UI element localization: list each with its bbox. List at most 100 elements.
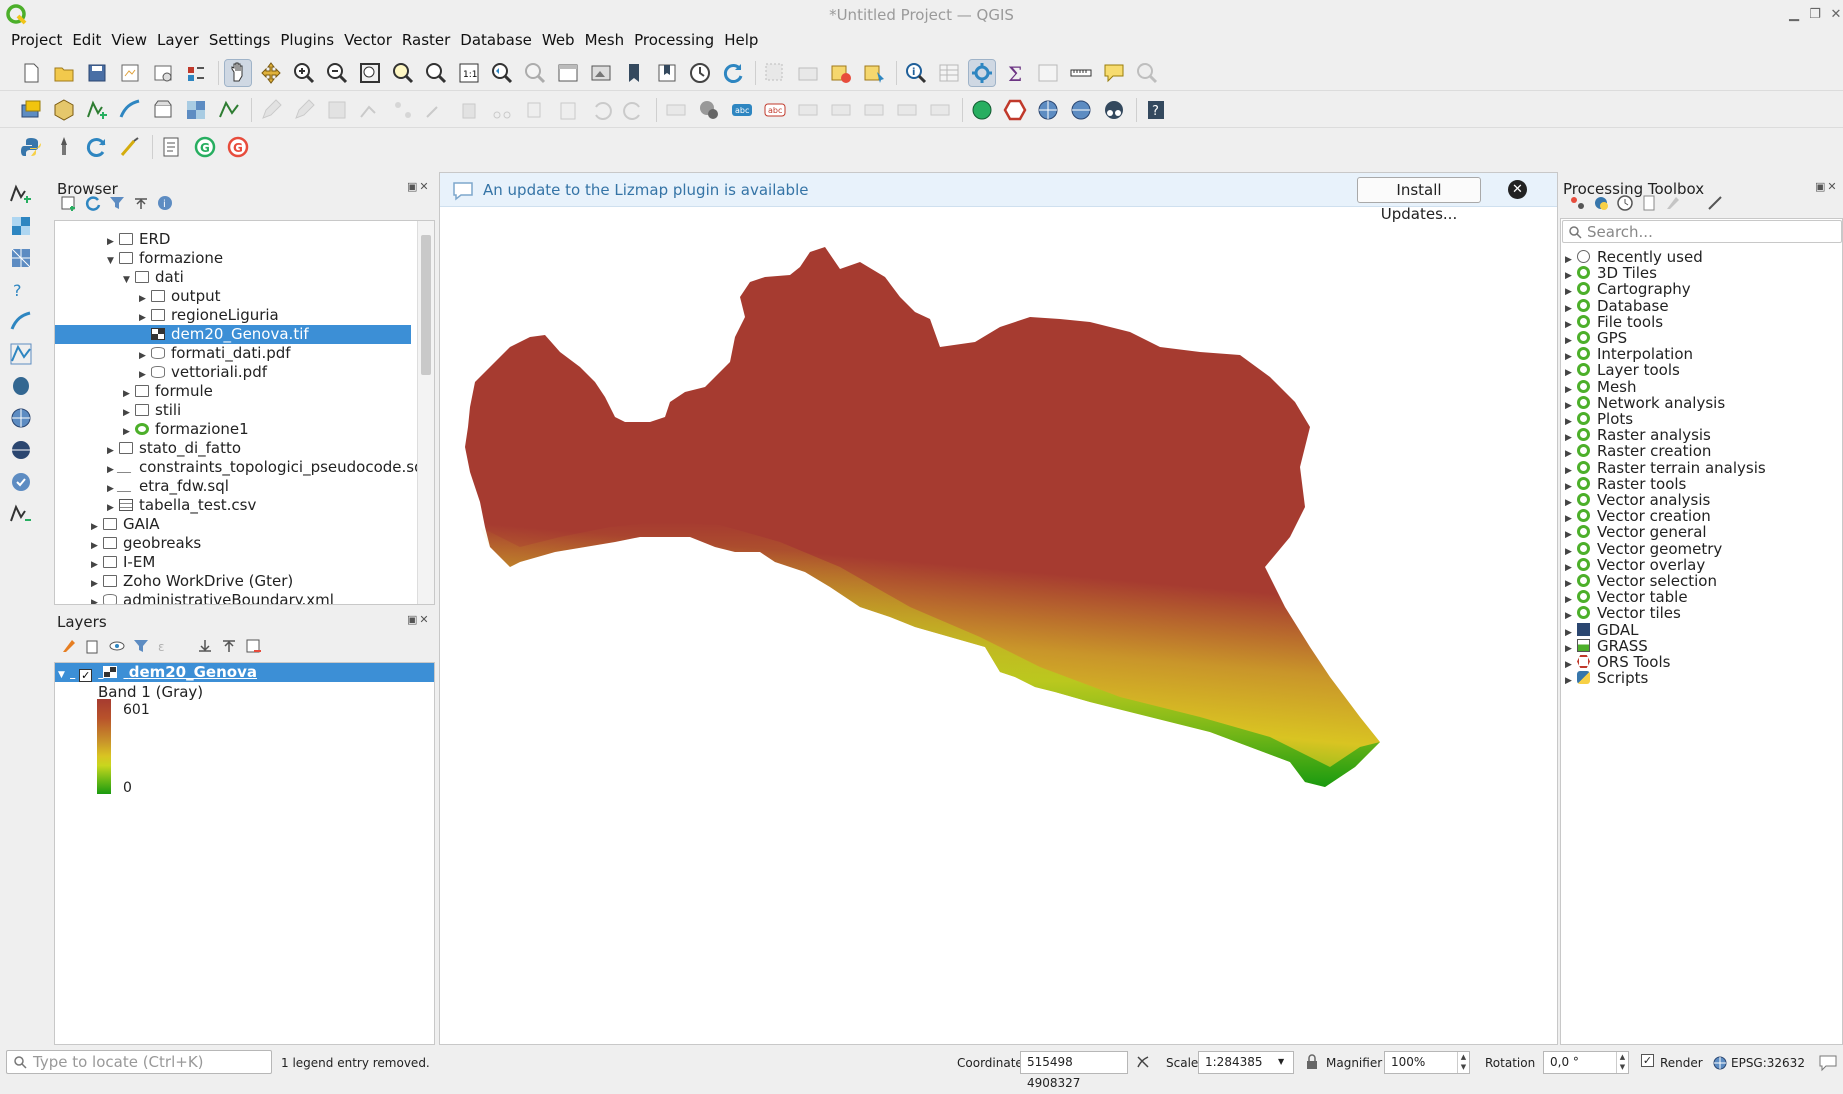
lizmap-red-icon[interactable]: G (225, 134, 251, 160)
add-vector-icon[interactable] (216, 97, 242, 123)
browser-item[interactable]: ▶ output (55, 287, 415, 306)
new-geopackage-layer-icon[interactable] (51, 97, 77, 123)
wfs-globe-icon[interactable] (1068, 97, 1094, 123)
processing-provider-item[interactable]: ▶ Cartography (1565, 281, 1691, 297)
show-hide-labels-icon[interactable] (828, 97, 854, 123)
zoom-to-selection-icon[interactable] (390, 60, 416, 86)
menu-project[interactable]: Project (10, 30, 67, 52)
maximize-icon[interactable]: ❐ (1805, 5, 1825, 25)
pan-to-selection-icon[interactable] (258, 60, 284, 86)
add-feature-icon[interactable] (357, 97, 383, 123)
statistical-summary-icon[interactable]: Σ (1002, 60, 1028, 86)
copy-features-icon[interactable] (522, 97, 548, 123)
new-print-layout-icon[interactable] (117, 60, 143, 86)
close-window-icon[interactable]: ✕ (1826, 5, 1843, 25)
style-manager-icon[interactable] (183, 60, 209, 86)
add-mesh-layer-icon[interactable] (8, 245, 34, 271)
browser-scroll-thumb[interactable] (421, 235, 431, 375)
chevron-right-icon[interactable]: ▶ (1565, 673, 1577, 689)
add-wms-icon[interactable] (8, 405, 34, 431)
browser-item[interactable]: ▶ regioneLiguria (55, 306, 415, 325)
zoom-in-icon[interactable] (291, 60, 317, 86)
browser-item[interactable]: ▶ tabella_test.csv (55, 496, 415, 515)
processing-provider-item[interactable]: ▶ Raster creation (1565, 443, 1711, 459)
magnifier-spin-icon[interactable]: ▲ ▼ (1457, 1052, 1469, 1073)
menu-view[interactable]: View (110, 30, 152, 52)
processing-options-icon[interactable] (1706, 194, 1724, 212)
save-project-icon[interactable] (84, 60, 110, 86)
deselect-all-icon[interactable] (828, 60, 854, 86)
browser-scrollbar[interactable] (417, 221, 434, 604)
menu-settings[interactable]: Settings (208, 30, 276, 52)
change-label-icon[interactable] (927, 97, 953, 123)
processing-toolbox-icon[interactable] (968, 58, 996, 87)
zoom-native-icon[interactable]: 1:1 (456, 60, 482, 86)
script-editor-icon[interactable] (159, 134, 185, 160)
python-console-icon[interactable] (18, 134, 44, 160)
layer-visibility-checkbox[interactable]: ✓ (79, 669, 93, 682)
browser-item[interactable]: ▼ formazione (55, 249, 415, 268)
menu-raster[interactable]: Raster (401, 30, 455, 52)
rotate-label-icon[interactable] (894, 97, 920, 123)
manage-themes-icon[interactable] (108, 637, 126, 655)
identify-features-icon[interactable]: i (903, 60, 929, 86)
menu-database[interactable]: Database (459, 30, 537, 52)
collapse-all-layers-icon[interactable] (220, 637, 238, 655)
add-vector-tile-icon[interactable] (8, 501, 34, 527)
new-3d-map-view-icon[interactable] (588, 60, 614, 86)
zoom-full-icon[interactable] (357, 60, 383, 86)
processing-search-input[interactable]: Search... (1562, 220, 1842, 243)
delete-selected-icon[interactable] (456, 97, 482, 123)
ors-tools-icon[interactable] (1002, 97, 1028, 123)
new-project-icon[interactable] (18, 60, 44, 86)
browser-item[interactable]: dem20_Genova.tif (55, 325, 411, 344)
redo-icon[interactable] (621, 97, 647, 123)
filter-expression-icon[interactable]: ε (156, 637, 174, 655)
current-edits-icon[interactable] (291, 97, 317, 123)
add-delimited-text-icon[interactable]: ? (8, 277, 34, 303)
select-features-icon[interactable] (762, 60, 788, 86)
remove-layer-icon[interactable] (244, 637, 262, 655)
save-edits-icon[interactable] (324, 97, 350, 123)
map-tips-icon[interactable] (1101, 60, 1127, 86)
processing-provider-item[interactable]: ▶ Layer tools (1565, 362, 1680, 378)
edit-features-in-place-icon[interactable] (1664, 194, 1682, 212)
label-toolbar-icon[interactable] (663, 97, 689, 123)
style-layer-icon[interactable] (60, 637, 78, 655)
attribute-table-icon[interactable] (936, 60, 962, 86)
browser-item[interactable]: ▼ dati (55, 268, 415, 287)
open-field-calculator-icon[interactable] (1035, 60, 1061, 86)
browser-item[interactable]: ▶ formule (55, 382, 415, 401)
resource-sharing-icon[interactable] (51, 134, 77, 160)
processing-provider-item[interactable]: ▶ GDAL (1565, 622, 1639, 638)
pin-labels-icon[interactable] (795, 97, 821, 123)
show-bookmarks-icon[interactable] (654, 60, 680, 86)
map-canvas[interactable]: An update to the Lizmap plugin is availa… (439, 172, 1558, 1045)
processing-provider-item[interactable]: ▶ 3D Tiles (1565, 265, 1657, 281)
browser-item[interactable]: ▶ geobreaks (55, 534, 415, 553)
vertex-tool-icon[interactable] (390, 97, 416, 123)
new-spatialite-layer-icon[interactable] (117, 97, 143, 123)
new-temporary-layer-icon[interactable] (150, 97, 176, 123)
measure-line-icon[interactable] (1068, 60, 1094, 86)
menu-web[interactable]: Web (541, 30, 580, 52)
coordinate-field[interactable]: 515498 4908327 (1020, 1051, 1128, 1090)
layer-row[interactable]: ▼ ✓ dem20_Genova (55, 663, 434, 682)
add-wcs-icon[interactable] (8, 437, 34, 463)
zoom-next-icon[interactable] (522, 60, 548, 86)
scale-dropdown-icon[interactable]: ▼ (1278, 1057, 1284, 1066)
lock-scale-icon[interactable] (1305, 1053, 1319, 1071)
add-group-icon[interactable] (84, 637, 102, 655)
zoom-last-icon[interactable] (489, 60, 515, 86)
history-icon[interactable] (1616, 194, 1634, 212)
filter-browser-icon[interactable] (108, 194, 126, 212)
browser-item[interactable]: ▶ administrativeBoundary.xml (55, 591, 415, 604)
processing-provider-item[interactable]: ▶ Vector creation (1565, 508, 1711, 524)
zoom-out-icon[interactable] (324, 60, 350, 86)
processing-provider-item[interactable]: ▶ GPS (1565, 330, 1627, 346)
menu-plugins[interactable]: Plugins (279, 30, 339, 52)
select-location-icon[interactable] (861, 60, 887, 86)
processing-provider-item[interactable]: ▶ Vector analysis (1565, 492, 1710, 508)
browser-item[interactable]: ▶ stato_di_fatto (55, 439, 415, 458)
locator-input[interactable]: Type to locate (Ctrl+K) (6, 1050, 272, 1074)
